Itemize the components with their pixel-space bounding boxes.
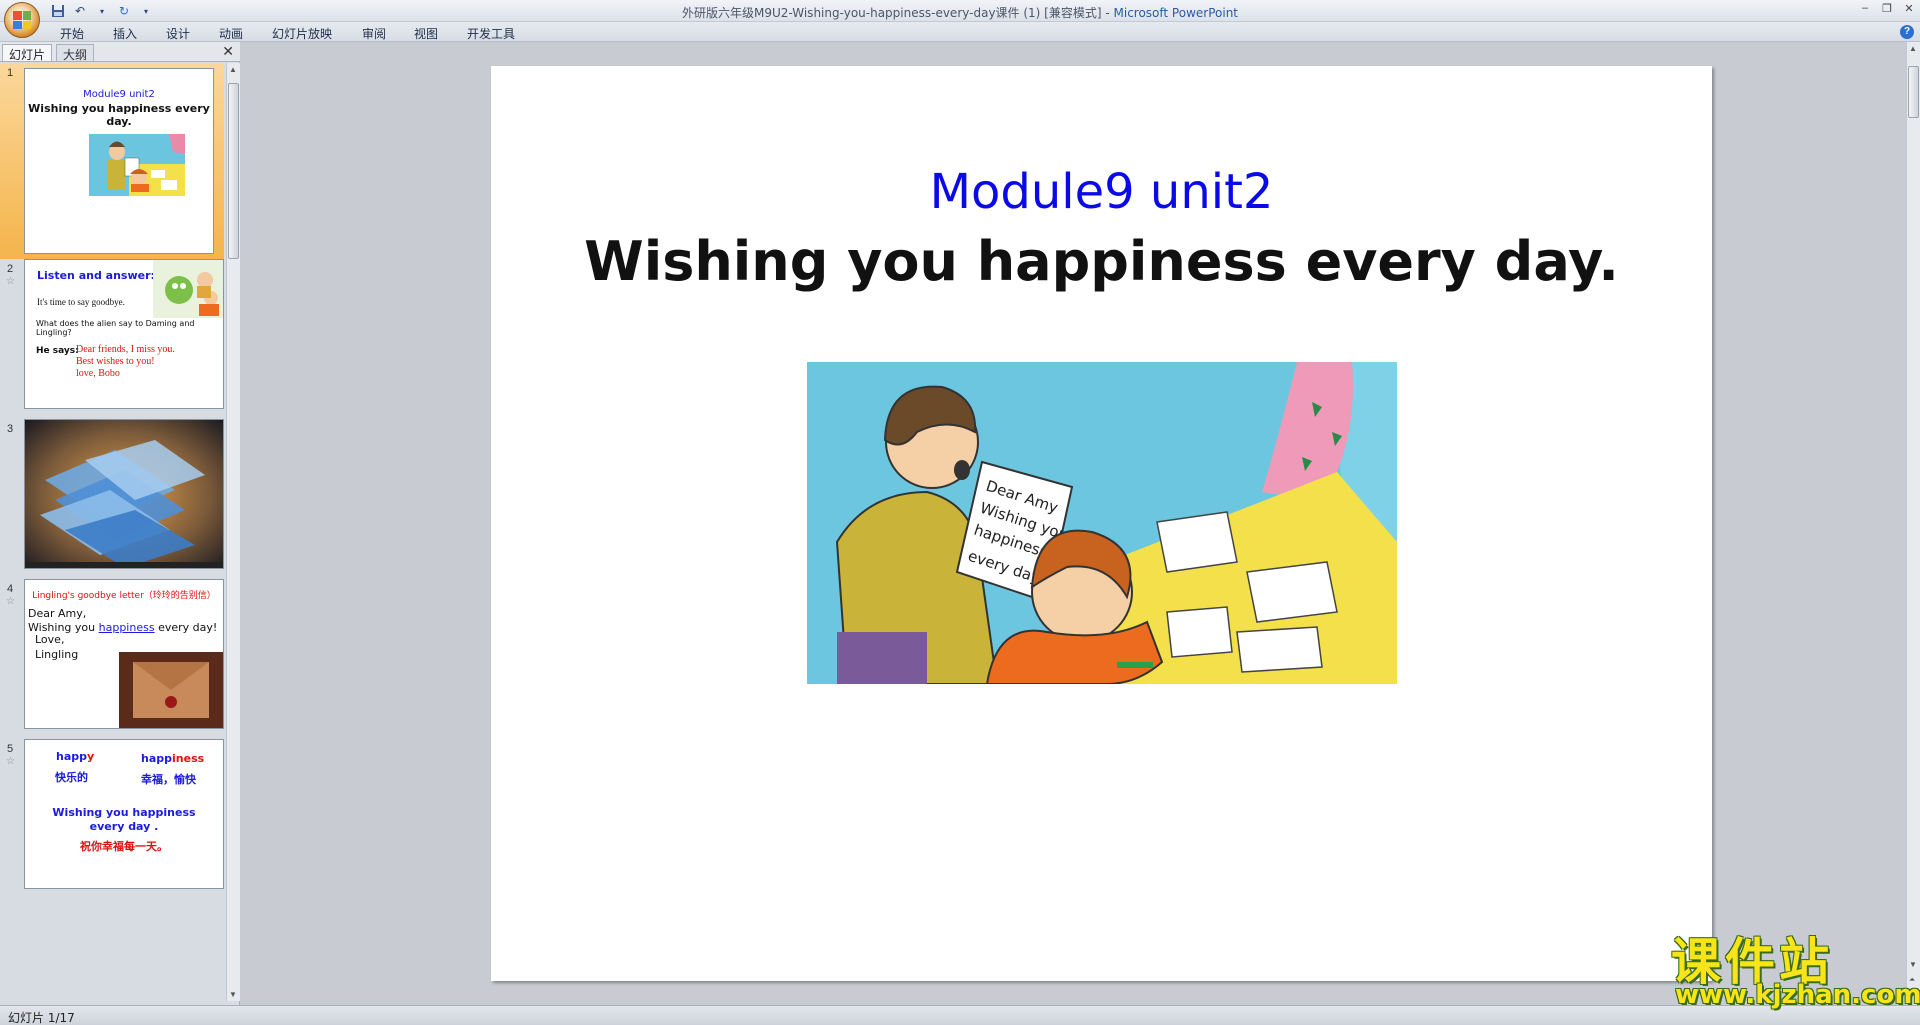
vocab-word-2-cn: 幸福，愉快 <box>141 773 196 786</box>
vocab-word-2: happiness <box>141 752 204 765</box>
minimize-button[interactable]: – <box>1858 2 1872 15</box>
says-line-3: love, Bobo <box>76 368 120 379</box>
thumbnail-image: Lingling's goodbye letter（玲玲的告别信） Dear A… <box>24 579 224 729</box>
thumb-subtitle: Module9 unit2 <box>83 89 155 100</box>
slide-thumbnail-1[interactable]: 1 Module9 unit2 Wishing you happiness ev… <box>0 63 224 259</box>
animation-star-icon: ☆ <box>6 596 15 607</box>
alien-illustration <box>153 260 223 318</box>
slides-panel: 幻灯片 大纲 ✕ 1 Module9 unit2 Wishing you hap… <box>0 42 240 1005</box>
thumb-says-label: He says: <box>36 346 79 356</box>
thumb-illustration <box>89 134 185 196</box>
scrollbar-thumb[interactable] <box>228 83 239 259</box>
says-line-1: Dear friends, I miss you. <box>76 344 175 355</box>
ribbon-tabs: 开始 插入 设计 动画 幻灯片放映 审阅 视图 开发工具 ? <box>0 22 1920 42</box>
panel-tabs: 幻灯片 大纲 ✕ <box>0 42 240 62</box>
thumb-title: Wishing you happiness every day. <box>28 102 210 128</box>
tab-review[interactable]: 审阅 <box>362 25 386 42</box>
word2-suffix: iness <box>172 752 205 765</box>
help-icon[interactable]: ? <box>1900 25 1914 39</box>
thumb-heading: Listen and answer: <box>37 269 155 282</box>
window-title: 外研版六年级M9U2-Wishing-you-happiness-every-d… <box>0 4 1920 21</box>
animation-star-icon: ☆ <box>6 756 15 767</box>
slide-thumbnail-3[interactable]: 3 <box>0 419 224 579</box>
letter-closing: Love, <box>35 633 65 646</box>
thumb-says-text: Dear friends, I miss you. Best wishes to… <box>76 344 175 380</box>
letter-happiness: happiness <box>98 621 155 634</box>
thumbnail-image <box>24 419 224 569</box>
says-line-2: Best wishes to you! <box>76 356 155 367</box>
restore-button[interactable]: ❐ <box>1880 2 1894 15</box>
tab-insert[interactable]: 插入 <box>113 25 137 42</box>
thumbnail-image: Listen and answer: It's time to say good… <box>24 259 224 409</box>
title-bar: ↶ ▾ ↻ ▾ 外研版六年级M9U2-Wishing-you-happiness… <box>0 0 1920 22</box>
site-watermark: 课件站 www.kjzhan.com <box>1665 922 1920 1010</box>
window-controls: – ❐ ✕ <box>1858 2 1916 15</box>
watermark-url: www.kjzhan.com <box>1675 980 1920 1010</box>
thumb-line2: What does the alien say to Daming and Li… <box>36 319 195 337</box>
scroll-down-icon[interactable]: ▼ <box>229 990 237 999</box>
tab-animations[interactable]: 动画 <box>219 25 243 42</box>
scrollbar-thumb[interactable] <box>1908 66 1919 118</box>
slide-illustration[interactable]: Dear Amy Wishing you happiness every day <box>807 362 1397 684</box>
thumbnail-image: happy 快乐的 happiness 幸福，愉快 Wishing you ha… <box>24 739 224 889</box>
slide-indicator: 幻灯片 1/17 <box>8 1011 75 1025</box>
document-title: 外研版六年级M9U2-Wishing-you-happiness-every-d… <box>682 6 1114 20</box>
thumbnail-image: Module9 unit2 Wishing you happiness ever… <box>24 68 214 254</box>
office-button[interactable] <box>4 2 40 38</box>
tab-developer[interactable]: 开发工具 <box>467 25 515 42</box>
slide-number: 4 <box>7 583 14 595</box>
tab-slideshow[interactable]: 幻灯片放映 <box>272 25 332 42</box>
current-slide[interactable]: Module9 unit2 Wishing you happiness ever… <box>491 66 1712 981</box>
envelope-illustration <box>119 652 223 728</box>
vocab-sentence: Wishing you happiness <box>52 806 196 819</box>
slide-thumbnail-5[interactable]: 5 ☆ happy 快乐的 happiness 幸福，愉快 Wishing yo… <box>0 739 224 899</box>
tab-home[interactable]: 开始 <box>60 25 84 42</box>
slide-number: 1 <box>7 67 14 79</box>
scroll-up-icon[interactable]: ▲ <box>229 65 237 74</box>
vocab-word-1-cn: 快乐的 <box>55 771 88 784</box>
word1-suffix: y <box>87 750 95 763</box>
tab-slides[interactable]: 幻灯片 <box>2 44 53 62</box>
vocab-sentence-2: every day . <box>89 820 159 833</box>
slide-number: 2 <box>7 263 14 275</box>
word2-stem: happ <box>141 752 173 765</box>
thumbnail-scrollbar[interactable]: ▲ ▼ <box>226 63 240 1001</box>
animation-star-icon: ☆ <box>6 276 15 287</box>
thumb-line1: It's time to say goodbye. <box>37 297 125 307</box>
envelopes-photo <box>25 420 223 568</box>
main-scrollbar[interactable]: ▲ ▼ ⏶ ⏷ <box>1906 42 1920 1005</box>
close-button[interactable]: ✕ <box>1902 2 1916 15</box>
slide-title[interactable]: Wishing you happiness every day. <box>491 230 1712 293</box>
scroll-up-icon[interactable]: ▲ <box>1909 44 1917 53</box>
close-panel-icon[interactable]: ✕ <box>222 43 234 60</box>
status-bar: 幻灯片 1/17 <box>0 1005 1920 1025</box>
office-logo-icon <box>13 11 31 29</box>
slide-subtitle[interactable]: Module9 unit2 <box>491 164 1712 220</box>
vocab-sentence-cn: 祝你幸福每一天。 <box>80 840 168 853</box>
vocab-word-1: happy <box>56 750 94 763</box>
tab-design[interactable]: 设计 <box>166 25 190 42</box>
tab-view[interactable]: 视图 <box>414 25 438 42</box>
thumb-heading: Lingling's goodbye letter（玲玲的告别信） <box>32 591 216 601</box>
letter-greeting: Dear Amy, <box>28 607 87 620</box>
word1-stem: happ <box>56 750 88 763</box>
letter-text-end: every day! <box>158 621 218 634</box>
slide-number: 5 <box>7 743 14 755</box>
slide-thumbnail-2[interactable]: 2 ☆ Listen and answer: It's time to say … <box>0 259 224 419</box>
slide-thumbnails: 1 Module9 unit2 Wishing you happiness ev… <box>0 63 224 1001</box>
letter-signature: Lingling <box>35 648 79 661</box>
slide-number: 3 <box>7 423 14 435</box>
app-name: Microsoft PowerPoint <box>1113 6 1239 20</box>
scroll-down-icon[interactable]: ▼ <box>1909 960 1917 969</box>
tab-outline[interactable]: 大纲 <box>56 44 95 62</box>
slide-thumbnail-4[interactable]: 4 ☆ Lingling's goodbye letter（玲玲的告别信） De… <box>0 579 224 739</box>
slide-editing-area: Module9 unit2 Wishing you happiness ever… <box>241 42 1906 1005</box>
